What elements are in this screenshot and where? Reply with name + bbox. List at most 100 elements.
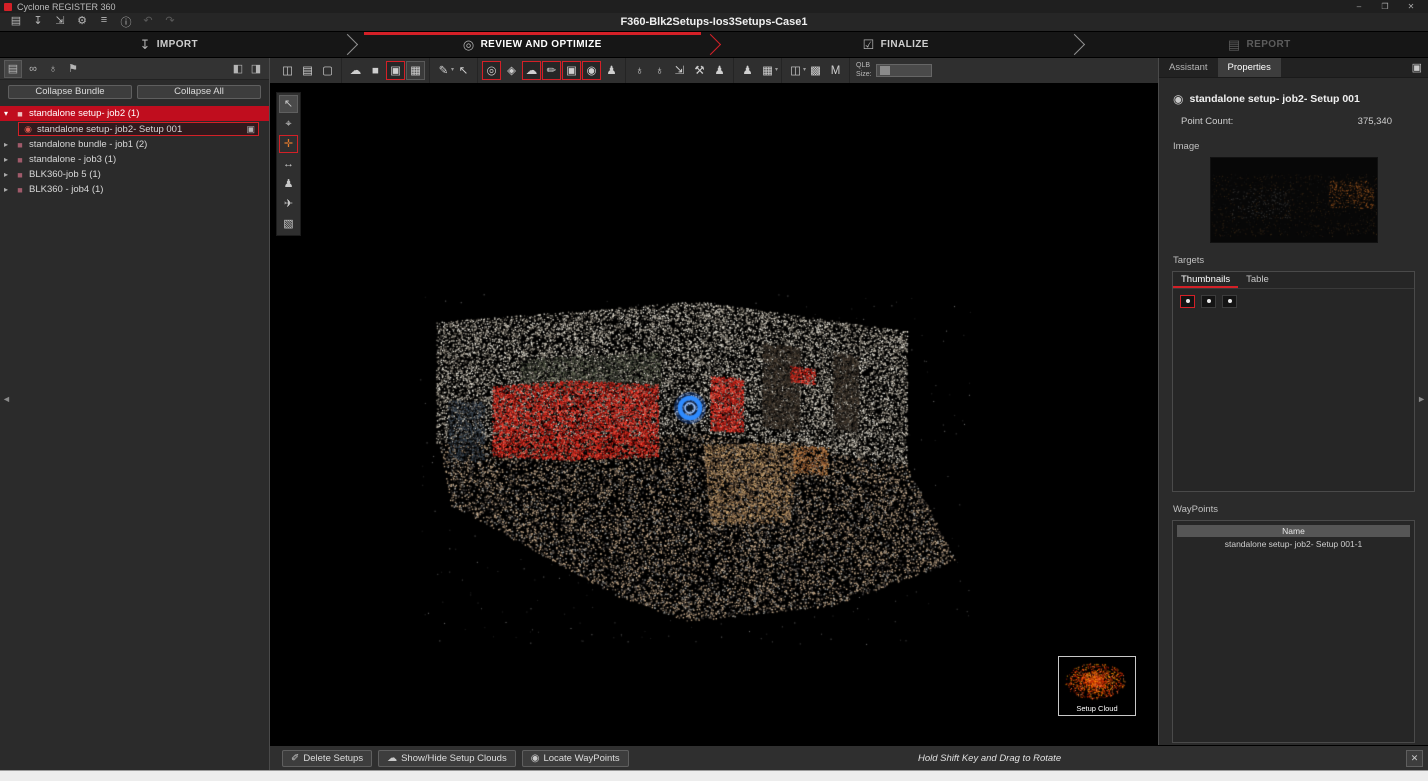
- link-views-icon[interactable]: ▩: [806, 61, 825, 80]
- caret-right-icon[interactable]: ▸: [4, 170, 14, 179]
- workflow-step-report[interactable]: ▤ REPORT: [1091, 32, 1428, 57]
- expand-panel-icon[interactable]: ◧: [229, 60, 247, 78]
- bundle-icon: ■: [14, 185, 26, 195]
- right-panel-tabstrip: Assistant Properties ▣: [1159, 58, 1428, 78]
- fit-extents-icon[interactable]: ↔: [279, 155, 298, 173]
- waypoints-box: Name standalone setup- job2- Setup 001-1: [1172, 520, 1415, 743]
- solid-view-icon[interactable]: ■: [366, 61, 385, 80]
- sketch-cloud-icon[interactable]: ☁: [522, 61, 541, 80]
- collapse-left-panel-handle[interactable]: ◄: [2, 394, 11, 404]
- slider-handle[interactable]: [880, 66, 890, 75]
- import-data-icon[interactable]: ⇲: [52, 14, 68, 30]
- survey-person-icon[interactable]: ♟: [710, 61, 729, 80]
- save-project-icon[interactable]: ↧: [30, 14, 46, 30]
- tree-item-blk360-job5[interactable]: ▸ ■ BLK360-job 5 (1): [0, 167, 269, 182]
- close-view-button[interactable]: ✕: [1406, 750, 1423, 767]
- select-tool-icon[interactable]: ↖: [279, 95, 298, 113]
- pano-view-icon[interactable]: ♁: [630, 61, 649, 80]
- tree-item-standalone-bundle-job1[interactable]: ▸ ■ standalone bundle - job1 (2): [0, 137, 269, 152]
- measure-tool-icon[interactable]: ✎▾: [434, 61, 453, 80]
- tree-item-setup-001[interactable]: ◉ standalone setup- job2- Setup 001 ▣: [18, 122, 259, 136]
- viewport-toolbar: ◫▤▢ ☁■▣▦ ✎▾↖ ◎◈☁✏▣◉♟ ♁♁⇲⚒♟ ♟▦▾ ◫▾▩M QLB …: [270, 58, 1158, 84]
- add-target-icon[interactable]: ◎: [482, 61, 501, 80]
- tree-item-standalone-job3[interactable]: ▸ ■ standalone - job3 (1): [0, 152, 269, 167]
- target-thumbnail[interactable]: [1201, 295, 1216, 308]
- collapse-panel-icon[interactable]: ◨: [247, 60, 265, 78]
- tab-properties[interactable]: Properties: [1218, 58, 1281, 77]
- caret-right-icon[interactable]: ▸: [4, 140, 14, 149]
- caret-right-icon[interactable]: ▸: [4, 155, 14, 164]
- pick-point-tool-icon[interactable]: ⌖: [279, 115, 298, 133]
- tab-assistant[interactable]: Assistant: [1159, 58, 1218, 77]
- zoom-region-icon[interactable]: ▢: [318, 61, 337, 80]
- collapse-right-panel-handle[interactable]: ►: [1417, 394, 1426, 404]
- open-project-icon[interactable]: ▤: [8, 14, 24, 30]
- workflow-step-review-and-optimize[interactable]: ◎ REVIEW AND OPTIMIZE: [364, 32, 702, 57]
- caret-down-icon[interactable]: ▾: [4, 109, 14, 118]
- point-cloud-view[interactable]: ↖ ⌖ ✛ ↔ ♟ ✈ ▧ Setup Cloud: [270, 84, 1158, 745]
- expand-view-icon[interactable]: ⇲: [670, 61, 689, 80]
- add-label-icon[interactable]: ◈: [502, 61, 521, 80]
- show-hide-setup-clouds-button[interactable]: ☁ Show/Hide Setup Clouds: [378, 750, 516, 767]
- point-cloud-visibility-icon[interactable]: ☁: [346, 61, 365, 80]
- bundle-icon: ■: [14, 109, 26, 119]
- settings-icon[interactable]: ⚙: [74, 14, 90, 30]
- tree-item-standalone-setup-job2[interactable]: ▾ ■ standalone setup- job2 (1): [0, 106, 269, 121]
- fly-mode-icon[interactable]: ✈: [279, 195, 298, 213]
- add-waypoint-icon[interactable]: ◉: [582, 61, 601, 80]
- tags-tab-icon[interactable]: ⚑: [64, 60, 82, 78]
- project-title: F360-Blk2Setups-Ios3Setups-Case1: [0, 16, 1428, 28]
- targets-box: Thumbnails Table: [1172, 271, 1415, 492]
- pano-edit-icon[interactable]: ♁: [650, 61, 669, 80]
- delete-setups-button[interactable]: ✐ Delete Setups: [282, 750, 372, 767]
- project-explorer-tab-icon[interactable]: ▤: [4, 60, 22, 78]
- pick-arrow-icon[interactable]: ↖: [454, 61, 473, 80]
- undo-icon[interactable]: ↶: [140, 14, 156, 30]
- point-cloud-canvas[interactable]: [270, 84, 1158, 745]
- cloud-map-toggle-icon[interactable]: ▣: [386, 61, 405, 80]
- draw-tool-icon[interactable]: ✏: [542, 61, 561, 80]
- auto-m-icon[interactable]: M: [826, 61, 845, 80]
- gps-tab-icon[interactable]: ♁: [44, 60, 62, 78]
- adjust-tools-icon[interactable]: ⚒: [690, 61, 709, 80]
- qlb-size-slider[interactable]: [876, 64, 932, 77]
- collapse-bundle-button[interactable]: Collapse Bundle: [8, 85, 132, 99]
- target-thumbnail[interactable]: [1180, 295, 1195, 308]
- locate-waypoints-button[interactable]: ◉ Locate WayPoints: [522, 750, 629, 767]
- tab-thumbnails[interactable]: Thumbnails: [1173, 272, 1238, 288]
- close-button[interactable]: ✕: [1398, 2, 1424, 11]
- info-icon[interactable]: ⓘ: [118, 14, 134, 30]
- pan-tool-icon[interactable]: ✛: [279, 135, 298, 153]
- cube-view-icon[interactable]: ▧: [279, 215, 298, 233]
- rotate-hint-text: Hold Shift Key and Drag to Rotate: [918, 753, 1061, 764]
- report-list-icon[interactable]: ≡: [96, 14, 112, 30]
- tree-item-blk360-job4[interactable]: ▸ ■ BLK360 - job4 (1): [0, 182, 269, 197]
- panel-layout-icon[interactable]: ▣: [1412, 61, 1422, 74]
- person-waypoint-icon[interactable]: ♟: [602, 61, 621, 80]
- maximize-button[interactable]: ❐: [1372, 2, 1398, 11]
- layers-icon[interactable]: ▤: [298, 61, 317, 80]
- duplicate-view-icon[interactable]: ◫: [278, 61, 297, 80]
- walk-mode-icon[interactable]: ♟: [279, 175, 298, 193]
- add-image-icon[interactable]: ▣: [562, 61, 581, 80]
- waypoint-row[interactable]: standalone setup- job2- Setup 001-1: [1173, 537, 1414, 551]
- tree-item-label: BLK360-job 5 (1): [29, 169, 101, 180]
- people-icon[interactable]: ♟: [738, 61, 757, 80]
- setup-image-thumbnail[interactable]: [1210, 157, 1378, 243]
- links-tab-icon[interactable]: ∞: [24, 60, 42, 78]
- waypoint-pin-icon: ◉: [531, 753, 540, 764]
- workflow-step-import[interactable]: ↧ IMPORT: [0, 32, 338, 57]
- collapse-all-button[interactable]: Collapse All: [137, 85, 261, 99]
- table-layout-icon[interactable]: ▦▾: [758, 61, 777, 80]
- window-layout-icon[interactable]: ◫▾: [786, 61, 805, 80]
- setup-cloud-thumbnail[interactable]: [1059, 657, 1135, 703]
- setup-cloud-minimap[interactable]: Setup Cloud: [1058, 656, 1136, 716]
- workflow-step-finalize[interactable]: ☑ FINALIZE: [727, 32, 1065, 57]
- pano-image-toggle-icon[interactable]: ▦: [406, 61, 425, 80]
- tab-table[interactable]: Table: [1238, 272, 1277, 288]
- caret-right-icon[interactable]: ▸: [4, 185, 14, 194]
- target-thumbnail[interactable]: [1222, 295, 1237, 308]
- redo-icon[interactable]: ↷: [162, 14, 178, 30]
- minimize-button[interactable]: –: [1346, 2, 1372, 11]
- review-step-icon: ◎: [463, 37, 475, 53]
